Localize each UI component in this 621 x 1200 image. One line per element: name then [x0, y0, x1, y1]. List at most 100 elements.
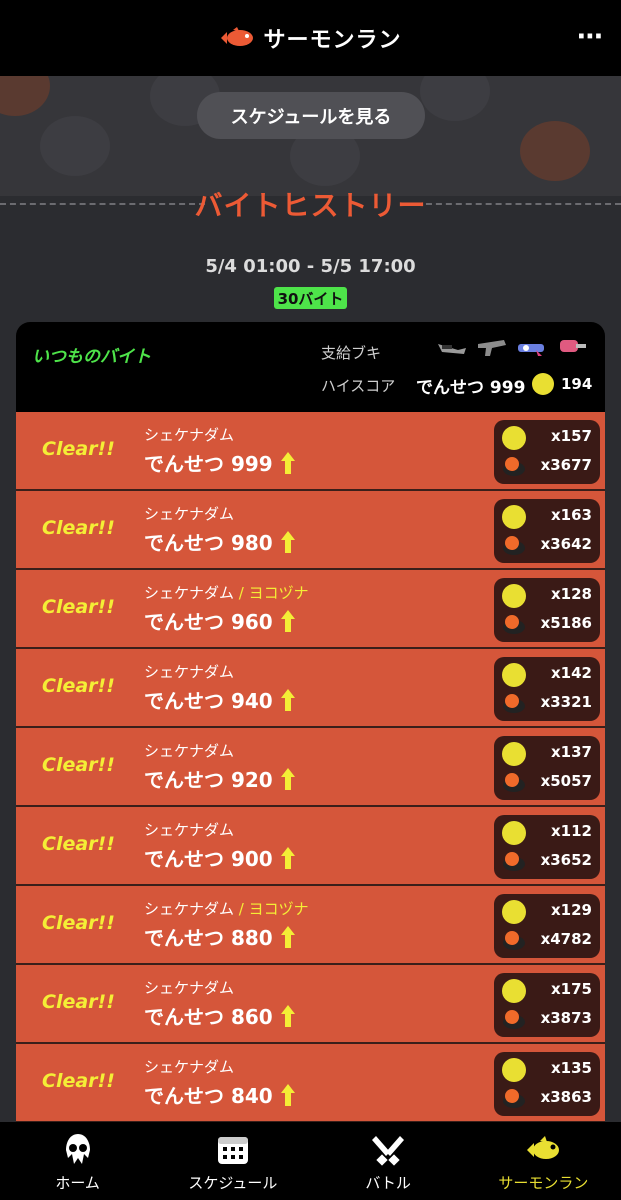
- stage-name: シェケナダム: [144, 742, 235, 760]
- stage-name: シェケナダム: [144, 1058, 235, 1076]
- result-label: Clear!!: [42, 438, 115, 460]
- job-list: Clear!! シェケナダム でんせつ 999 x157 x3677 Clear…: [16, 412, 605, 1122]
- tab-battle-label: バトル: [365, 1174, 411, 1192]
- rank-label: でんせつ 900: [144, 843, 295, 872]
- tab-salmon-run[interactable]: サーモンラン: [466, 1122, 621, 1200]
- power-egg-icon: [503, 1010, 525, 1029]
- golden-egg-icon: [502, 900, 526, 924]
- power-egg-icon: [503, 457, 525, 476]
- more-options-icon[interactable]: ⋯: [577, 24, 603, 50]
- tab-schedule[interactable]: スケジュール: [155, 1122, 310, 1200]
- power-egg-icon: [503, 1089, 525, 1108]
- rank-up-icon: [280, 530, 295, 553]
- job-row[interactable]: Clear!! シェケナダム でんせつ 999 x157 x3677: [16, 412, 605, 491]
- power-egg-count: x3642: [540, 535, 592, 553]
- egg-counts: x175 x3873: [494, 973, 600, 1037]
- golden-egg-count: x163: [551, 506, 592, 524]
- power-egg-icon: [503, 852, 525, 871]
- golden-egg-icon: [502, 426, 526, 450]
- stage-name: シェケナダム / ヨコヅナ: [144, 584, 309, 602]
- result-label: Clear!!: [42, 754, 115, 776]
- golden-egg-count: x175: [551, 980, 592, 998]
- stage-name: シェケナダム: [144, 821, 235, 839]
- golden-egg-icon: [502, 979, 526, 1003]
- egg-counts: x129 x4782: [494, 894, 600, 958]
- power-egg-count: x3677: [540, 456, 592, 474]
- golden-egg-icon: [502, 1058, 526, 1082]
- golden-egg-icon: [502, 505, 526, 529]
- job-row[interactable]: Clear!! シェケナダム / ヨコヅナ でんせつ 960 x128 x518…: [16, 570, 605, 649]
- job-row[interactable]: Clear!! シェケナダム でんせつ 840 x135 x3863: [16, 1044, 605, 1122]
- weapon-charger-icon: [438, 344, 466, 354]
- result-label: Clear!!: [42, 517, 115, 539]
- salmon-logo-icon: [221, 27, 254, 46]
- tab-home[interactable]: ホーム: [0, 1122, 155, 1200]
- job-row[interactable]: Clear!! シェケナダム / ヨコヅナ でんせつ 880 x129 x478…: [16, 886, 605, 965]
- stage-name: シェケナダム: [144, 979, 235, 997]
- egg-counts: x157 x3677: [494, 420, 600, 484]
- card-header: いつものバイト 支給ブキ ハイスコア でんせつ 999 194: [16, 322, 605, 412]
- top-bar: サーモンラン ⋯: [0, 0, 621, 76]
- job-history-card: いつものバイト 支給ブキ ハイスコア でんせつ 999 194 Clear!! …: [16, 322, 605, 1122]
- supplied-weapons-label: 支給ブキ: [321, 344, 382, 362]
- weapon-roller-icon: [560, 340, 586, 352]
- power-egg-count: x4782: [540, 930, 592, 948]
- power-egg-count: x3863: [540, 1088, 592, 1106]
- power-egg-count: x3321: [540, 693, 592, 711]
- stage-name: シェケナダム: [144, 663, 235, 681]
- job-row[interactable]: Clear!! シェケナダム でんせつ 980 x163 x3642: [16, 491, 605, 570]
- bottom-tab-bar: ホーム スケジュール バトル サーモンラン: [0, 1122, 621, 1200]
- egg-counts: x112 x3652: [494, 815, 600, 879]
- result-label: Clear!!: [42, 1070, 115, 1092]
- power-egg-count: x3652: [540, 851, 592, 869]
- golden-egg-icon: [532, 373, 554, 395]
- egg-counts: x142 x3321: [494, 657, 600, 721]
- tab-battle[interactable]: バトル: [311, 1122, 466, 1200]
- schedule-period: 5/4 01:00 - 5/5 17:00: [205, 256, 416, 277]
- stage-name: シェケナダム / ヨコヅナ: [144, 900, 309, 918]
- egg-counts: x163 x3642: [494, 499, 600, 563]
- job-count-badge: 30バイト: [274, 287, 347, 309]
- rank-label: でんせつ 940: [144, 685, 295, 714]
- power-egg-icon: [503, 615, 525, 634]
- rank-label: でんせつ 960: [144, 606, 295, 635]
- mode-label: いつものバイト: [32, 347, 151, 367]
- result-label: Clear!!: [42, 675, 115, 697]
- rank-label: でんせつ 920: [144, 764, 295, 793]
- result-label: Clear!!: [42, 991, 115, 1013]
- job-row[interactable]: Clear!! シェケナダム でんせつ 920 x137 x5057: [16, 728, 605, 807]
- golden-egg-icon: [502, 663, 526, 687]
- view-schedule-button[interactable]: スケジュールを見る: [197, 92, 425, 139]
- power-egg-count: x5186: [540, 614, 592, 632]
- section-title: バイトヒストリー: [194, 189, 427, 222]
- egg-counts: x128 x5186: [494, 578, 600, 642]
- tab-home-label: ホーム: [55, 1174, 100, 1192]
- power-egg-icon: [503, 931, 525, 950]
- weapon-list: [436, 336, 588, 358]
- job-row[interactable]: Clear!! シェケナダム でんせつ 900 x112 x3652: [16, 807, 605, 886]
- golden-egg-count: x157: [551, 427, 592, 445]
- result-label: Clear!!: [42, 596, 115, 618]
- rank-up-icon: [280, 688, 295, 711]
- golden-egg-count: x135: [551, 1059, 592, 1077]
- egg-counts: x135 x3863: [494, 1052, 600, 1116]
- highscore-rank: でんせつ 999: [416, 378, 526, 398]
- rank-up-icon: [280, 846, 295, 869]
- power-egg-count: x5057: [540, 772, 592, 790]
- golden-egg-icon: [502, 742, 526, 766]
- golden-egg-count: x142: [551, 664, 592, 682]
- app-screen: サーモンラン ⋯ スケジュールを見る バイトヒストリー 5/4 01:00 - …: [0, 0, 621, 1200]
- highscore-eggs: 194: [561, 375, 593, 393]
- salmon-icon: [527, 1136, 560, 1159]
- egg-counts: x137 x5057: [494, 736, 600, 800]
- weapon-blaster-icon: [518, 344, 544, 356]
- golden-egg-count: x129: [551, 901, 592, 919]
- stage-name: シェケナダム: [144, 505, 235, 523]
- golden-egg-count: x128: [551, 585, 592, 603]
- job-row[interactable]: Clear!! シェケナダム でんせつ 860 x175 x3873: [16, 965, 605, 1044]
- rank-label: でんせつ 860: [144, 1001, 295, 1030]
- rank-label: でんせつ 840: [144, 1080, 295, 1109]
- power-egg-icon: [503, 773, 525, 792]
- stage-name: シェケナダム: [144, 426, 235, 444]
- job-row[interactable]: Clear!! シェケナダム でんせつ 940 x142 x3321: [16, 649, 605, 728]
